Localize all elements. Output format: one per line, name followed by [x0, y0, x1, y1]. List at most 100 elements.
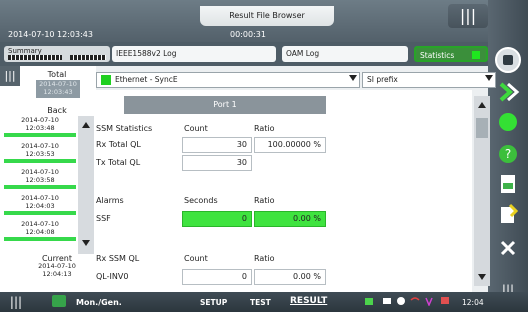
green-status-icon — [499, 113, 517, 131]
sidebar-scrollbar[interactable] — [78, 116, 94, 254]
svg-text:?: ? — [505, 147, 511, 161]
column-header: Count — [184, 254, 208, 263]
row-label: SSF — [96, 214, 111, 223]
record-date: 2014-07-10 — [21, 220, 59, 228]
list-item[interactable]: 2014-07-10 12:04:08 — [4, 220, 76, 241]
clock: 12:04 — [462, 298, 484, 307]
record-time: 12:04:03 — [25, 202, 55, 210]
signal-icon — [365, 298, 373, 305]
battery-icon — [383, 298, 391, 304]
summary-indicator-icon — [8, 55, 62, 60]
back-label: Back — [47, 106, 67, 115]
screenshot-button[interactable] — [492, 168, 524, 200]
tab-statistics[interactable]: Statistics — [414, 46, 488, 62]
list-item[interactable]: 2014-07-10 12:03:53 — [4, 142, 76, 163]
prefix-select-value: SI prefix — [367, 75, 398, 84]
close-icon — [500, 240, 516, 256]
chevron-down-icon — [485, 75, 493, 81]
elapsed-time: 00:00:31 — [230, 30, 266, 39]
section-title: SSM Statistics — [96, 124, 153, 133]
alarm-seconds-cell: 0 — [182, 211, 252, 227]
interface-select-value: Ethernet - SyncE — [115, 75, 178, 84]
nav-test[interactable]: TEST — [250, 298, 271, 307]
stop-button[interactable] — [492, 44, 524, 76]
help-icon: ? — [499, 145, 517, 163]
current-time: 12:04:13 — [42, 270, 72, 278]
wifi-icon — [410, 297, 420, 301]
value-cell: 0 — [182, 269, 252, 285]
record-date: 2014-07-10 — [21, 116, 59, 124]
current-datetime: 2014-07-10 12:03:43 — [8, 30, 93, 39]
action-column: ? ||| — [488, 0, 528, 312]
status-led-icon — [472, 51, 480, 59]
record-bar — [4, 159, 76, 163]
section-title: Rx SSM QL — [96, 254, 140, 263]
interface-select[interactable]: Ethernet - SyncE — [96, 72, 360, 88]
sidebar-grip-icon[interactable]: ||| — [0, 66, 20, 86]
chevron-down-icon — [349, 75, 357, 81]
record-time: 12:04:08 — [25, 228, 55, 236]
alarm-ratio-cell: 0.00 % — [254, 211, 326, 227]
current-record[interactable]: 2014-07-10 12:04:13 — [20, 262, 94, 278]
usb-icon — [425, 297, 433, 306]
screenshot-icon — [501, 175, 515, 193]
port-select-button[interactable] — [492, 76, 524, 108]
bottom-grip-icon[interactable]: ||| — [6, 294, 26, 310]
help-button[interactable]: ? — [492, 138, 524, 170]
nav-result[interactable]: RESULT — [290, 296, 327, 306]
record-time: 12:03:48 — [25, 124, 55, 132]
stop-icon — [495, 47, 521, 73]
value-cell: 30 — [182, 137, 252, 153]
signal-arrow-icon — [499, 82, 520, 102]
total-record[interactable]: 2014-07-10 12:03:43 — [36, 80, 80, 98]
network-icon — [397, 297, 405, 305]
tab-oam-log[interactable]: OAM Log — [282, 46, 408, 62]
record-date: 2014-07-10 — [21, 194, 59, 202]
column-header: Count — [184, 124, 208, 133]
record-bar — [4, 237, 76, 241]
column-header: Ratio — [254, 124, 275, 133]
mode-icon[interactable] — [52, 295, 66, 307]
report-button[interactable] — [492, 198, 524, 230]
section-title: Alarms — [96, 196, 124, 205]
result-tabs: Summary IEEE1588v2 Log OAM Log Statistic… — [0, 42, 488, 66]
statistics-panel — [96, 90, 472, 292]
mode-label[interactable]: Mon./Gen. — [76, 298, 122, 307]
ratio-cell: 0.00 % — [254, 269, 326, 285]
column-header: Ratio — [254, 254, 275, 263]
total-label: Total — [47, 70, 67, 79]
total-date: 2014-07-10 12:03:43 — [39, 80, 77, 96]
scroll-arrows-icon — [82, 122, 90, 246]
port-header: Port 1 — [124, 96, 326, 114]
interface-color-icon — [101, 75, 111, 85]
list-item[interactable]: 2014-07-10 12:04:03 — [4, 194, 76, 215]
list-item[interactable]: 2014-07-10 12:03:48 — [4, 116, 76, 137]
value-cell: 30 — [182, 155, 252, 171]
content-scrollbar[interactable] — [474, 96, 490, 286]
record-bar — [4, 211, 76, 215]
report-edit-icon — [501, 203, 519, 223]
close-button[interactable] — [492, 232, 524, 264]
nav-setup[interactable]: SETUP — [200, 298, 227, 307]
record-time: 12:03:58 — [25, 176, 55, 184]
record-bar — [4, 133, 76, 137]
record-date: 2014-07-10 — [21, 168, 59, 176]
record-date: 2014-07-10 — [21, 142, 59, 150]
list-item[interactable]: 2014-07-10 12:03:58 — [4, 168, 76, 189]
status-indicator[interactable] — [492, 106, 524, 138]
column-header: Seconds — [184, 196, 218, 205]
tab-summary[interactable]: Summary — [4, 46, 110, 62]
summary-indicator-icon — [70, 55, 106, 60]
panel-toggle-icon[interactable]: ||| — [448, 4, 488, 28]
prefix-select[interactable]: SI prefix — [362, 72, 496, 88]
ratio-cell: 100.00000 % — [254, 137, 326, 153]
column-header: Ratio — [254, 196, 275, 205]
row-label: Rx Total QL — [96, 140, 141, 149]
current-date: 2014-07-10 — [38, 262, 76, 270]
record-bar — [4, 185, 76, 189]
scroll-thumb[interactable] — [476, 118, 488, 138]
tab-ieee1588-log[interactable]: IEEE1588v2 Log — [112, 46, 276, 62]
monitor-icon — [441, 297, 449, 304]
row-label: QL-INV0 — [96, 272, 129, 281]
row-label: Tx Total QL — [96, 158, 141, 167]
